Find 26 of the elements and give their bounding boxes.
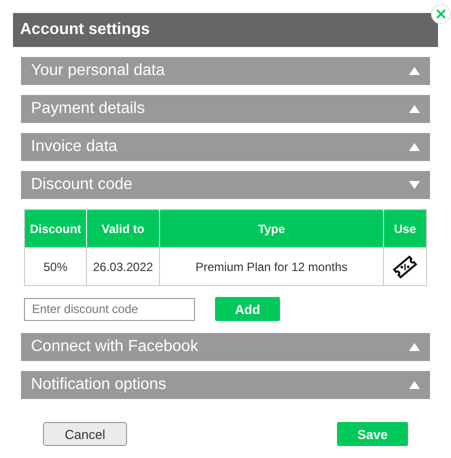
expand-triangle-icon bbox=[409, 66, 420, 76]
section-header[interactable]: Your personal data bbox=[21, 57, 430, 85]
discount-code-field[interactable]: Enter discount code bbox=[24, 298, 195, 320]
close-button[interactable] bbox=[431, 4, 451, 24]
collapse-triangle-icon bbox=[409, 180, 420, 190]
dialog-title: Account settings bbox=[20, 21, 150, 39]
add-button[interactable]: Add bbox=[215, 297, 280, 321]
expand-triangle-icon bbox=[409, 342, 420, 352]
column-header: Type bbox=[160, 210, 384, 248]
table-cell: 50% bbox=[24, 248, 86, 286]
section-header[interactable]: Connect with Facebook bbox=[21, 333, 430, 361]
save-button[interactable]: Save bbox=[337, 422, 408, 446]
column-header: Use bbox=[384, 210, 426, 248]
column-header: Discount bbox=[24, 210, 86, 248]
cancel-button[interactable]: Cancel bbox=[43, 422, 127, 446]
column-header: Valid to bbox=[86, 210, 160, 248]
expand-triangle-icon bbox=[409, 142, 420, 152]
section-header[interactable]: Notification options bbox=[21, 371, 430, 399]
table-cell: 26.03.2022 bbox=[86, 248, 160, 286]
section-header[interactable]: Discount code bbox=[21, 171, 430, 199]
close-icon bbox=[436, 9, 446, 19]
section-header[interactable]: Invoice data bbox=[21, 133, 430, 161]
expand-triangle-icon bbox=[409, 380, 420, 390]
expand-triangle-icon bbox=[409, 104, 420, 114]
table-cell: Premium Plan for 12 months bbox=[160, 248, 384, 286]
section-header[interactable]: Payment details bbox=[21, 95, 430, 123]
